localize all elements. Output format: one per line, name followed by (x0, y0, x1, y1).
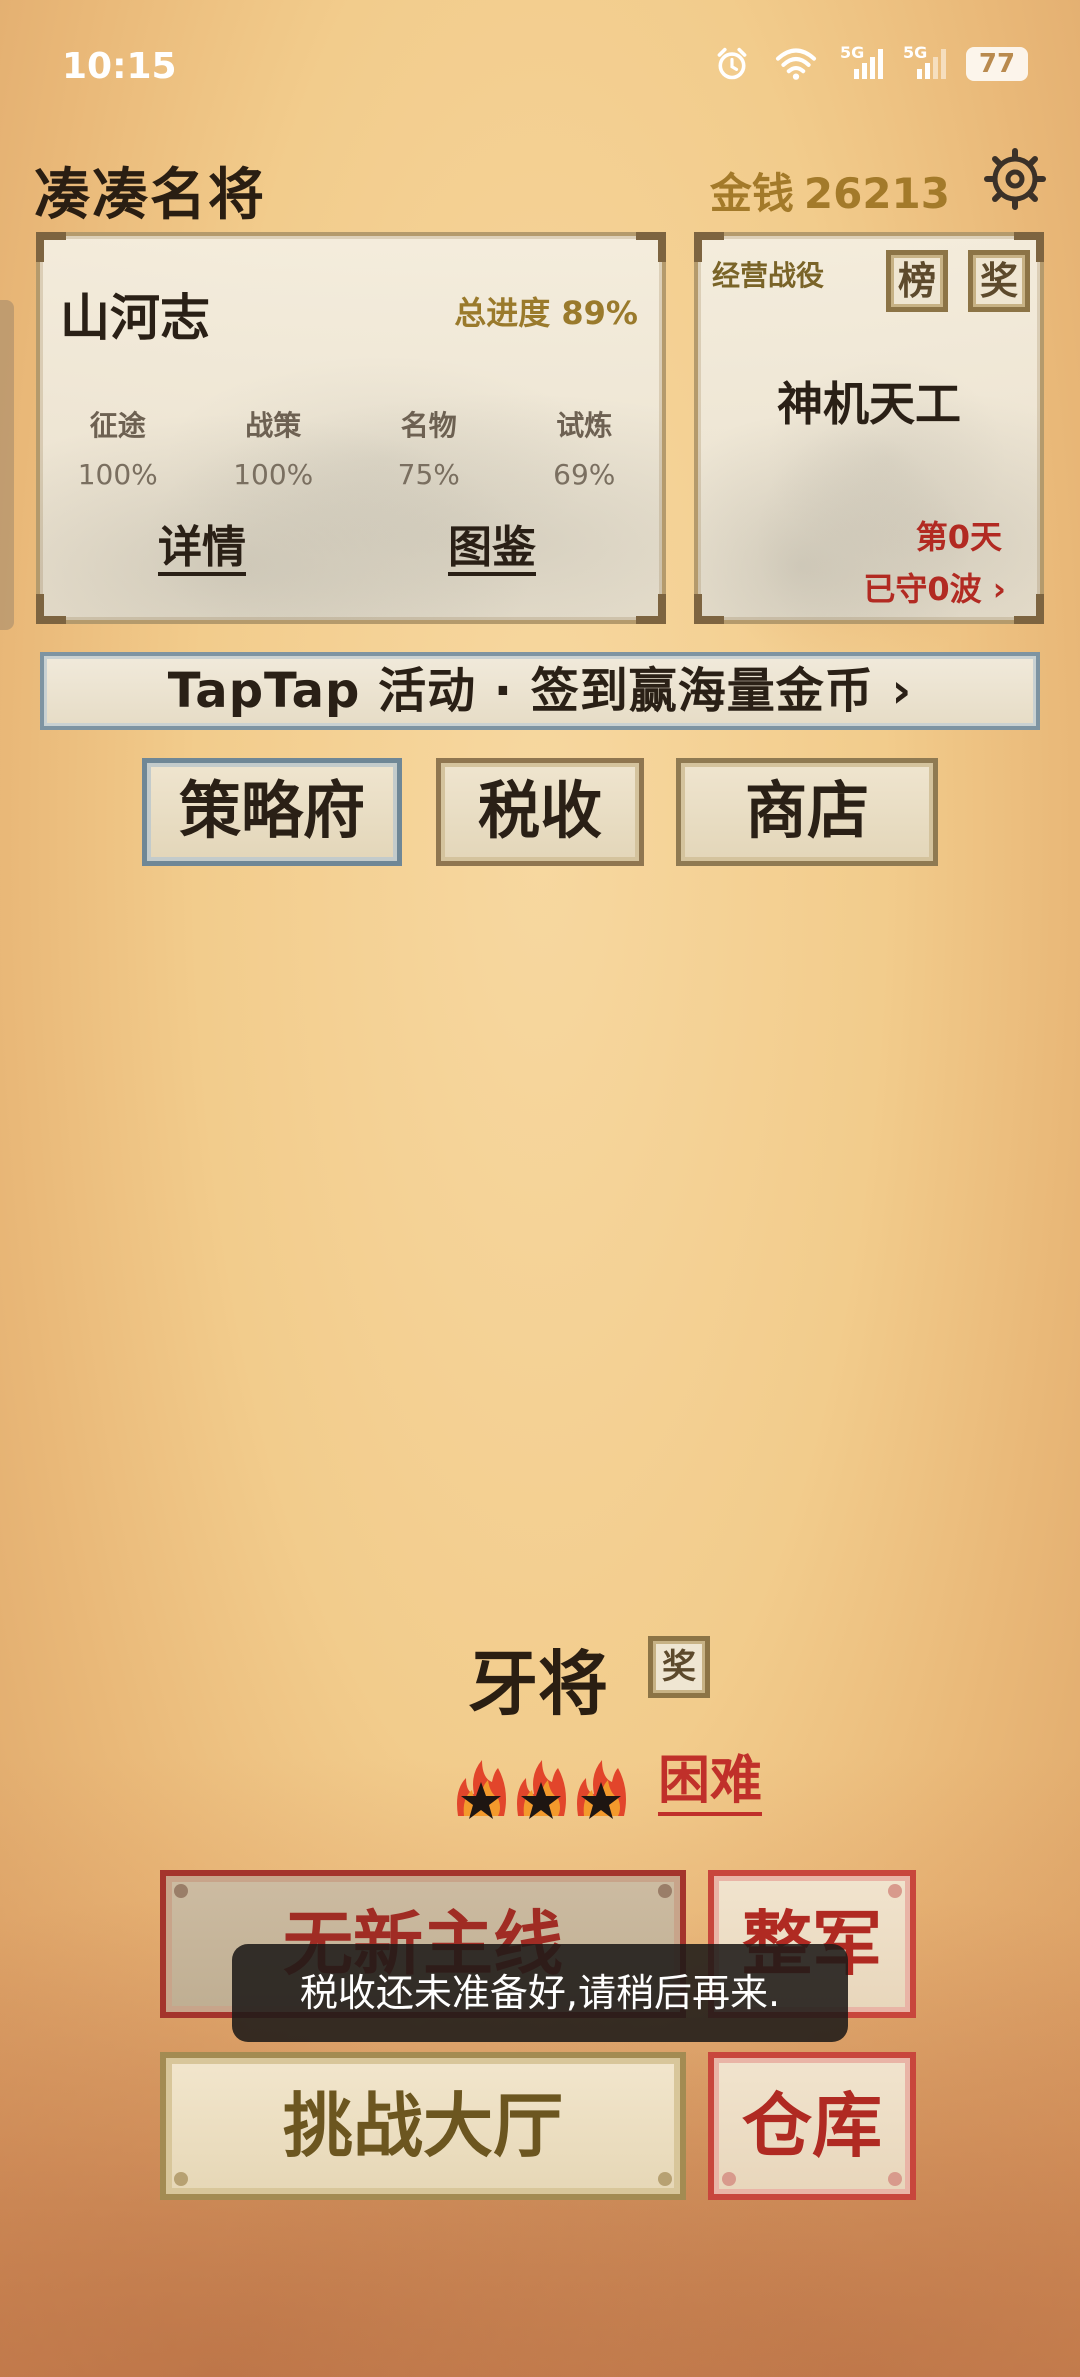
button-rivet (174, 1884, 188, 1898)
card-title: 山河志 (60, 289, 210, 347)
status-bar: 10:15 5G 5G 77 (0, 0, 1080, 120)
alarm-icon (717, 47, 747, 80)
stats-row: 征途 100% 战策 100% 名物 75% 试炼 69% (40, 404, 662, 491)
button-rivet (658, 1884, 672, 1898)
campaign-waves[interactable]: 已守0波 › (863, 564, 1006, 610)
card-corner (636, 232, 666, 262)
card-corner (636, 594, 666, 624)
stat-item: 试炼 69% (507, 404, 663, 491)
stat-value: 100% (233, 458, 314, 491)
button-rivet (174, 2172, 188, 2186)
flame-star-icon (517, 1760, 566, 1819)
card-corner (36, 594, 66, 624)
gear-icon[interactable] (984, 148, 1046, 210)
total-progress: 总进度 89% (454, 294, 638, 332)
app-title: 凑凑名将 (34, 163, 266, 228)
rank-title: 牙将 (468, 1643, 608, 1725)
card-corner (36, 232, 66, 262)
button-rivet (722, 2172, 736, 2186)
stat-name: 试炼 (556, 409, 613, 442)
wifi-icon (775, 48, 817, 80)
difficulty-label[interactable]: 困难 (658, 1751, 763, 1816)
money-value: 26213 (803, 169, 950, 218)
network-label: 5G (840, 43, 865, 62)
network-label: 5G (903, 43, 928, 62)
campaign-name: 神机天工 (777, 377, 961, 431)
signal-icon: 5G (840, 43, 883, 79)
stat-item: 征途 100% (40, 404, 196, 491)
album-link[interactable]: 图鉴 (448, 523, 536, 577)
challenge-hall-label: 挑战大厅 (283, 2085, 563, 2167)
stat-name: 征途 (89, 409, 146, 442)
money-label: 金钱 (709, 169, 794, 218)
tax-button[interactable]: 税收 (436, 758, 644, 866)
stat-value: 69% (553, 458, 616, 491)
stat-name: 战策 (245, 409, 302, 442)
stat-value: 75% (397, 458, 460, 491)
rank-reward-button[interactable]: 奖 (648, 1636, 710, 1698)
button-rivet (888, 2172, 902, 2186)
shop-button[interactable]: 商店 (676, 758, 938, 866)
business-campaign-card[interactable]: 经营战役 榜 奖 神机天工 第0天 已守0波 › (694, 232, 1044, 624)
status-icons: 5G 5G 77 (712, 43, 1028, 82)
money-display: 金钱 26213 (710, 160, 950, 221)
challenge-hall-button[interactable]: 挑战大厅 (160, 2052, 686, 2200)
status-time: 10:15 (62, 46, 177, 87)
stat-item: 战策 100% (196, 404, 352, 491)
difficulty-stars (452, 1752, 630, 1822)
reward-button[interactable]: 奖 (968, 250, 1030, 312)
card-corner (694, 594, 724, 624)
leaderboard-button[interactable]: 榜 (886, 250, 948, 312)
button-rivet (888, 1884, 902, 1898)
strategy-button[interactable]: 策略府 (142, 758, 402, 866)
card-corner (1014, 594, 1044, 624)
side-drawer-handle[interactable] (0, 300, 14, 630)
warehouse-label: 仓库 (742, 2085, 882, 2167)
signal-icon: 5G (903, 43, 946, 79)
toast-message: 税收还未准备好,请稍后再来. (232, 1944, 848, 2042)
stat-item: 名物 75% (351, 404, 507, 491)
stat-value: 100% (77, 458, 158, 491)
flame-star-icon (577, 1760, 626, 1819)
shanhezhi-card[interactable]: 山河志 总进度 89% 征途 100% 战策 100% 名物 75% 试炼 69… (36, 232, 666, 624)
campaign-label: 经营战役 (712, 259, 825, 292)
campaign-day: 第0天 (915, 518, 1002, 556)
flame-star-icon (457, 1760, 506, 1819)
battery-icon: 77 (966, 47, 1028, 81)
warehouse-button[interactable]: 仓库 (708, 2052, 916, 2200)
taptap-event-banner[interactable]: TapTap 活动 · 签到赢海量金币 › (40, 652, 1040, 730)
button-rivet (658, 2172, 672, 2186)
detail-link[interactable]: 详情 (158, 523, 246, 577)
stat-name: 名物 (400, 409, 457, 442)
